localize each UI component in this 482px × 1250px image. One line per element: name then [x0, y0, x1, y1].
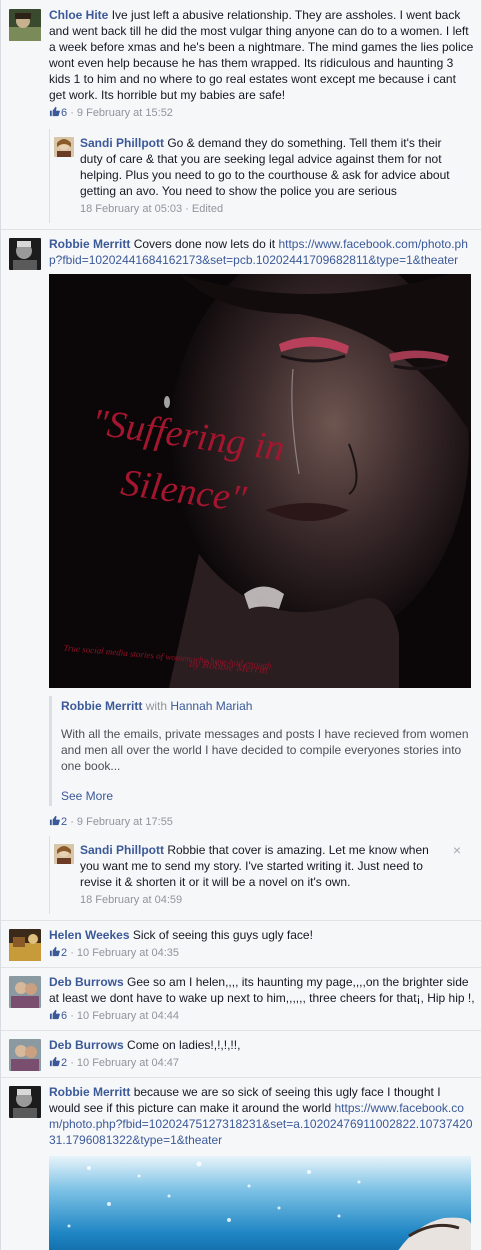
- thumbs-up-icon: [49, 815, 60, 826]
- reply: Sandi Phillpott Go & demand they do some…: [49, 129, 469, 223]
- comment-timestamp[interactable]: 9 February at 17:55: [77, 816, 173, 828]
- reply-meta: 18 February at 04:59: [80, 892, 463, 908]
- edited-label[interactable]: Edited: [192, 203, 223, 215]
- avatar[interactable]: [54, 844, 74, 864]
- comment-author[interactable]: Chloe Hite: [49, 8, 108, 22]
- comment-meta: 2 · 10 February at 04:35: [49, 945, 475, 961]
- comment-meta: 2 · 10 February at 04:47: [49, 1055, 475, 1071]
- attached-photo[interactable]: [49, 1156, 471, 1250]
- avatar[interactable]: [9, 1086, 41, 1118]
- thumbs-up-icon: [49, 1056, 60, 1067]
- comment-author[interactable]: Robbie Merritt: [49, 1085, 130, 1099]
- thumbs-up-icon: [49, 106, 60, 117]
- reply-meta: 18 February at 05:03 · Edited: [80, 203, 224, 215]
- comment-text: Come on ladies!,!,!,!!,: [127, 1038, 241, 1052]
- comment-body: Helen Weekes Sick of seeing this guys ug…: [49, 927, 475, 943]
- like-count[interactable]: 2: [49, 946, 70, 959]
- comment-timestamp[interactable]: 10 February at 04:47: [77, 1057, 179, 1069]
- like-count[interactable]: 2: [49, 1056, 70, 1069]
- reply-timestamp[interactable]: 18 February at 05:03: [80, 203, 182, 215]
- avatar[interactable]: [9, 9, 41, 41]
- like-count[interactable]: 2: [49, 815, 70, 828]
- shared-post-author[interactable]: Robbie Merritt: [61, 699, 142, 713]
- avatar[interactable]: [9, 929, 41, 961]
- avatar[interactable]: [9, 1039, 41, 1071]
- comment-meta: 2 · 9 February at 17:55: [49, 814, 475, 830]
- comment: Robbie Merritt because we are so sick of…: [1, 1078, 481, 1250]
- like-count[interactable]: 6: [49, 1009, 70, 1022]
- ocean-image: [67, 1161, 471, 1250]
- avatar[interactable]: [54, 137, 74, 157]
- comment-timestamp[interactable]: 9 February at 15:52: [77, 107, 173, 119]
- thumbs-up-icon: [49, 946, 60, 957]
- comment-author[interactable]: Deb Burrows: [49, 1038, 124, 1052]
- reply: × Sandi Phillpott Robbie that cover is a…: [49, 836, 469, 914]
- comment: Helen Weekes Sick of seeing this guys ug…: [1, 921, 481, 968]
- attached-photo[interactable]: "Suffering in Silence" True social media…: [49, 274, 471, 688]
- comment-author[interactable]: Helen Weekes: [49, 928, 130, 942]
- shared-post-preview[interactable]: Robbie Merritt with Hannah Mariah With a…: [49, 696, 475, 806]
- reply-timestamp[interactable]: 18 February at 04:59: [80, 894, 182, 906]
- comment-text: Sick of seeing this guys ugly face!: [132, 928, 313, 942]
- comment-body: Chloe Hite Ive just left a abusive relat…: [49, 7, 475, 103]
- comment: Deb Burrows Gee so am I helen,,,, its ha…: [1, 968, 481, 1031]
- comment-text: Ive just left a abusive relationship. Th…: [49, 8, 474, 102]
- comment-meta: 6 · 9 February at 15:52: [49, 105, 475, 121]
- comment-body: Deb Burrows Come on ladies!,!,!,!!,: [49, 1037, 475, 1053]
- comment-author[interactable]: Deb Burrows: [49, 975, 124, 989]
- comment: Robbie Merritt Covers done now lets do i…: [1, 230, 481, 921]
- book-cover-image: "Suffering in Silence" True social media…: [49, 274, 471, 688]
- comment-body: Deb Burrows Gee so am I helen,,,, its ha…: [49, 974, 475, 1006]
- avatar[interactable]: [9, 976, 41, 1008]
- shared-post-text: With all the emails, private messages an…: [61, 727, 469, 773]
- comment-timestamp[interactable]: 10 February at 04:44: [77, 1010, 179, 1022]
- comment: Chloe Hite Ive just left a abusive relat…: [1, 0, 481, 230]
- with-label: with: [145, 699, 168, 713]
- avatar[interactable]: [9, 238, 41, 270]
- comment-meta: 6 · 10 February at 04:44: [49, 1008, 475, 1024]
- comment-thread: Chloe Hite Ive just left a abusive relat…: [0, 0, 482, 1250]
- comment-timestamp[interactable]: 10 February at 04:35: [77, 947, 179, 959]
- thumbs-up-icon: [49, 1009, 60, 1020]
- comment: Deb Burrows Come on ladies!,!,!,!!, 2 · …: [1, 1031, 481, 1078]
- comment-body: Robbie Merritt Covers done now lets do i…: [49, 236, 475, 268]
- reply-author[interactable]: Sandi Phillpott: [80, 136, 164, 150]
- see-more-link[interactable]: See More: [61, 788, 475, 804]
- comment-body: Robbie Merritt because we are so sick of…: [49, 1084, 475, 1148]
- comment-text: Covers done now lets do it: [133, 237, 276, 251]
- close-icon[interactable]: ×: [453, 842, 461, 858]
- reply-author[interactable]: Sandi Phillpott: [80, 843, 164, 857]
- like-count[interactable]: 6: [49, 106, 70, 119]
- comment-author[interactable]: Robbie Merritt: [49, 237, 130, 251]
- tagged-user[interactable]: Hannah Mariah: [170, 699, 252, 713]
